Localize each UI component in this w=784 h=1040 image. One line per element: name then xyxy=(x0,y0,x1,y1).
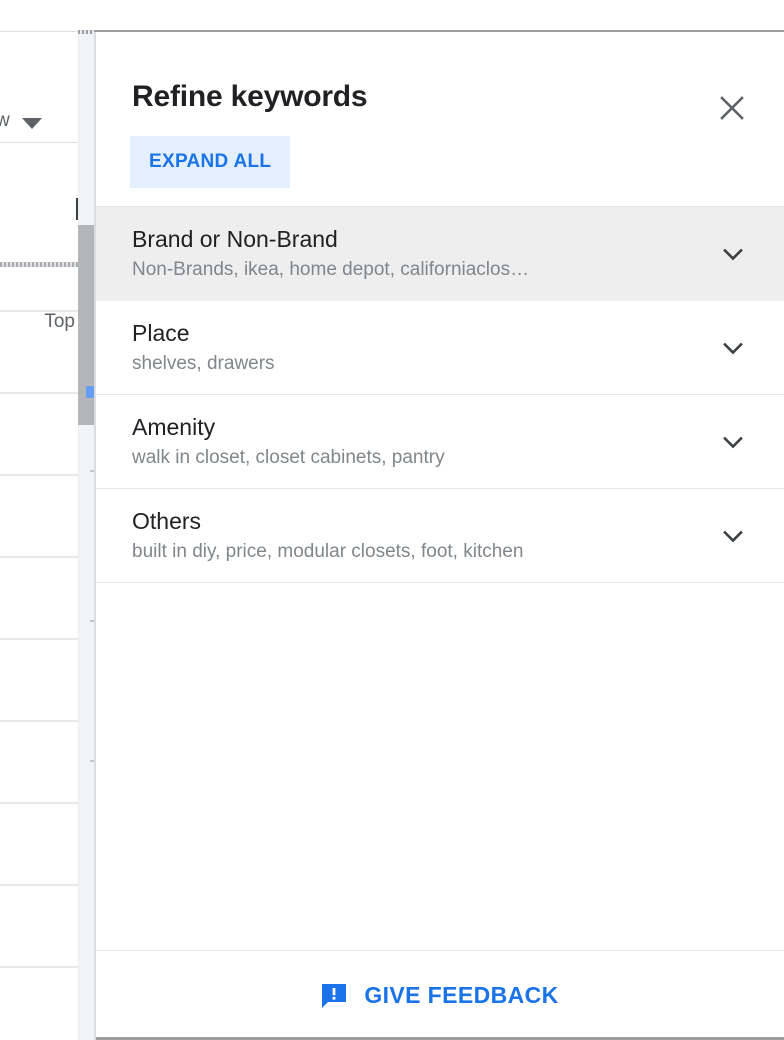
background-column-header-label: Top xyxy=(44,311,75,332)
chevron-down-icon[interactable] xyxy=(718,333,748,363)
category-title: Brand or Non-Brand xyxy=(132,226,338,252)
chevron-down-icon[interactable] xyxy=(718,427,748,457)
caret-down-icon xyxy=(22,118,42,129)
give-feedback-label: GIVE FEEDBACK xyxy=(364,982,559,1008)
background-row-divider xyxy=(0,720,80,722)
category-subtitle: shelves, drawers xyxy=(132,352,275,374)
category-text: Brand or Non-Brand Non-Brands, ikea, hom… xyxy=(132,224,529,284)
category-row-others[interactable]: Others built in diy, price, modular clos… xyxy=(96,489,784,583)
background-dropdown-cell[interactable]: w xyxy=(0,32,80,142)
expand-all-button[interactable]: EXPAND ALL xyxy=(130,136,291,188)
category-row-place[interactable]: Place shelves, drawers xyxy=(96,301,784,395)
category-subtitle: Non-Brands, ikea, home depot, california… xyxy=(132,259,530,280)
background-column-header[interactable]: Top xyxy=(0,143,80,332)
panel-footer: GIVE FEEDBACK xyxy=(96,950,784,1040)
category-title: Others xyxy=(132,507,202,534)
refine-keywords-panel: Refine keywords EXPAND ALL Brand or Non-… xyxy=(96,30,784,1040)
category-title: Amenity xyxy=(132,413,216,440)
close-icon[interactable] xyxy=(714,90,750,126)
background-row-divider xyxy=(0,802,80,804)
category-text: Others built in diy, price, modular clos… xyxy=(132,506,523,566)
page-title: Refine keywords xyxy=(132,80,368,113)
give-feedback-button[interactable]: GIVE FEEDBACK xyxy=(311,976,568,1015)
category-subtitle: walk in closet, closet cabinets, pantry xyxy=(132,446,445,468)
background-row-divider xyxy=(0,392,80,394)
category-text: Amenity walk in closet, closet cabinets,… xyxy=(132,412,445,472)
background-row-divider xyxy=(0,884,80,886)
category-subtitle: built in diy, price, modular closets, fo… xyxy=(132,540,524,562)
background-row-divider xyxy=(0,966,80,968)
screen: w Top Refine keywords EXPAND ALL Brand o… xyxy=(0,0,784,1040)
background-dropdown-text: w xyxy=(0,110,10,131)
expand-all-container: EXPAND ALL xyxy=(96,114,784,206)
keyword-category-list: Brand or Non-Brand Non-Brands, ikea, hom… xyxy=(96,206,784,950)
category-text: Place shelves, drawers xyxy=(132,318,275,378)
chevron-down-icon[interactable] xyxy=(718,521,748,551)
panel-header: Refine keywords xyxy=(96,32,784,120)
background-row-divider xyxy=(0,638,80,640)
background-row-divider xyxy=(0,310,80,312)
chevron-down-icon[interactable] xyxy=(718,239,748,269)
background-row-divider xyxy=(0,474,80,476)
background-app: w Top xyxy=(0,0,96,1040)
category-row-amenity[interactable]: Amenity walk in closet, closet cabinets,… xyxy=(96,395,784,489)
background-row-divider xyxy=(0,556,80,558)
feedback-speech-bubble-icon xyxy=(321,983,347,1009)
background-header-shadow xyxy=(0,262,80,267)
category-title: Place xyxy=(132,319,190,346)
category-row-brand-or-non-brand[interactable]: Brand or Non-Brand Non-Brands, ikea, hom… xyxy=(96,207,784,318)
